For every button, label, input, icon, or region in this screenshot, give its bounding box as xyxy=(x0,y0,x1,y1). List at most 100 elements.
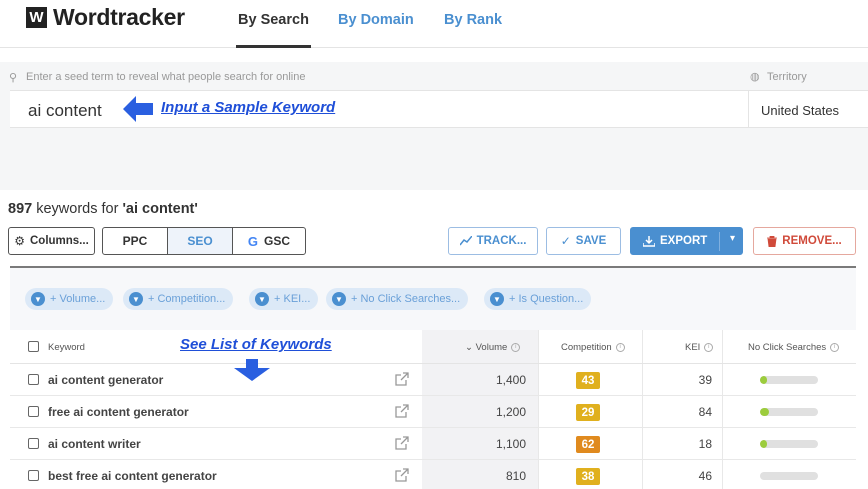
app-header: W Wordtracker By Search By Domain By Ran… xyxy=(0,0,868,48)
annotation-arrow-left-icon xyxy=(123,96,153,122)
row-kei: 18 xyxy=(698,437,712,451)
search-hint: Enter a seed term to reveal what people … xyxy=(26,71,306,83)
trash-icon xyxy=(767,235,778,247)
filter-bar: ▼ + Volume... ▼ + Competition... ▼ + KEI...… xyxy=(10,268,856,330)
seo-toggle[interactable]: SEO xyxy=(167,227,233,255)
header-no-click-label: No Click Searches xyxy=(748,342,827,353)
row-no-click-bar xyxy=(760,472,818,480)
filter-is-question-label: + Is Question... xyxy=(509,293,584,305)
row-checkbox[interactable] xyxy=(28,470,39,481)
table-row[interactable]: best free ai content generator 810 38 46 xyxy=(10,460,856,489)
annotation-arrow-down-icon xyxy=(234,359,270,381)
export-button-label: EXPORT xyxy=(660,235,708,247)
row-keyword: ai content generator xyxy=(48,373,164,387)
header-volume-label: Volume xyxy=(475,342,508,353)
row-no-click-fill xyxy=(760,376,767,384)
google-icon: G xyxy=(247,233,259,249)
logo-mark-icon: W xyxy=(26,6,47,28)
funnel-icon: ▼ xyxy=(255,292,269,306)
gsc-toggle-label: GSC xyxy=(264,234,291,248)
row-keyword: best free ai content generator xyxy=(48,469,217,483)
filter-is-question[interactable]: ▼ + Is Question... xyxy=(484,288,592,310)
search-panel: ⚲ Enter a seed term to reveal what peopl… xyxy=(0,62,868,190)
tab-by-search[interactable]: By Search xyxy=(238,12,309,28)
header-competition-label: Competition xyxy=(561,342,612,353)
search-input-value: ai content xyxy=(28,101,102,120)
remove-button[interactable]: REMOVE... xyxy=(753,227,856,255)
filter-no-click[interactable]: ▼ + No Click Searches... xyxy=(326,288,469,310)
row-competition-badge: 38 xyxy=(576,468,600,485)
columns-button[interactable]: ⚙ Columns... xyxy=(8,227,95,255)
info-icon[interactable]: i xyxy=(615,342,625,352)
export-button[interactable]: EXPORT ▾ xyxy=(630,227,743,255)
header-keyword[interactable]: Keyword xyxy=(48,342,85,353)
row-checkbox[interactable] xyxy=(28,438,39,449)
territory-select[interactable]: United States xyxy=(748,90,868,128)
info-icon[interactable]: i xyxy=(704,342,714,352)
globe-icon: ◍ xyxy=(750,71,760,83)
result-count: 897 keywords for 'ai content' xyxy=(8,201,198,217)
select-all-checkbox[interactable] xyxy=(28,341,39,352)
row-keyword: free ai content generator xyxy=(48,405,189,419)
row-kei: 46 xyxy=(698,469,712,483)
filter-competition[interactable]: ▼ + Competition... xyxy=(123,288,234,310)
row-no-click-fill xyxy=(760,408,769,416)
tab-by-rank[interactable]: By Rank xyxy=(444,12,502,28)
search-input[interactable]: ai content xyxy=(10,90,748,128)
external-link-icon[interactable] xyxy=(395,436,409,450)
external-link-icon[interactable] xyxy=(395,372,409,386)
line-chart-icon xyxy=(459,236,472,246)
keyword-table-panel: ▼ + Volume... ▼ + Competition... ▼ + KEI...… xyxy=(10,266,856,489)
header-no-click[interactable]: No Click Searches i xyxy=(748,342,840,353)
remove-button-label: REMOVE... xyxy=(782,235,842,247)
funnel-icon: ▼ xyxy=(129,292,143,306)
sort-desc-icon: ⌄ xyxy=(465,342,476,353)
info-icon[interactable]: i xyxy=(511,342,521,352)
track-button-label: TRACK... xyxy=(476,235,527,247)
result-count-query: 'ai content' xyxy=(122,201,198,217)
header-volume[interactable]: ⌄ Volume i xyxy=(465,342,521,353)
header-competition[interactable]: Competition i xyxy=(561,342,625,353)
row-kei: 39 xyxy=(698,373,712,387)
save-button-label: SAVE xyxy=(575,235,607,247)
funnel-icon: ▼ xyxy=(332,292,346,306)
save-button[interactable]: ✓ SAVE xyxy=(546,227,621,255)
table-row[interactable]: ai content generator 1,400 43 39 xyxy=(10,364,856,396)
ppc-toggle[interactable]: PPC xyxy=(102,227,168,255)
header-kei[interactable]: KEI i xyxy=(685,342,714,353)
funnel-icon: ▼ xyxy=(31,292,45,306)
row-no-click-bar xyxy=(760,408,818,416)
row-no-click-bar xyxy=(760,376,818,384)
row-checkbox[interactable] xyxy=(28,406,39,417)
row-kei: 84 xyxy=(698,405,712,419)
row-competition-badge: 29 xyxy=(576,404,600,421)
funnel-icon: ▼ xyxy=(490,292,504,306)
export-divider xyxy=(719,232,720,251)
filter-competition-label: + Competition... xyxy=(148,293,226,305)
row-checkbox[interactable] xyxy=(28,374,39,385)
row-volume: 810 xyxy=(505,469,526,483)
header-kei-label: KEI xyxy=(685,342,701,353)
external-link-icon[interactable] xyxy=(395,468,409,482)
row-no-click-fill xyxy=(760,440,767,448)
info-icon[interactable]: i xyxy=(830,342,840,352)
checkmark-icon: ✓ xyxy=(560,234,571,248)
logo-text: Wordtracker xyxy=(53,3,185,30)
external-link-icon[interactable] xyxy=(395,404,409,418)
download-icon xyxy=(643,235,655,247)
track-button[interactable]: TRACK... xyxy=(448,227,538,255)
result-count-suffix: keywords for xyxy=(32,201,123,217)
row-keyword: ai content writer xyxy=(48,437,141,451)
row-competition-badge: 62 xyxy=(576,436,600,453)
wordtracker-logo[interactable]: W Wordtracker xyxy=(26,3,185,30)
columns-button-label: Columns... xyxy=(29,235,89,247)
table-row[interactable]: free ai content generator 1,200 29 84 xyxy=(10,396,856,428)
tab-by-domain[interactable]: By Domain xyxy=(338,12,414,28)
gsc-toggle[interactable]: G GSC xyxy=(232,227,306,255)
chevron-down-icon[interactable]: ▾ xyxy=(730,233,735,244)
filter-volume[interactable]: ▼ + Volume... xyxy=(25,288,114,310)
table-row[interactable]: ai content writer 1,100 62 18 xyxy=(10,428,856,460)
filter-kei[interactable]: ▼ + KEI... xyxy=(249,288,319,310)
row-volume: 1,400 xyxy=(495,373,526,387)
active-tab-underline xyxy=(236,45,311,48)
